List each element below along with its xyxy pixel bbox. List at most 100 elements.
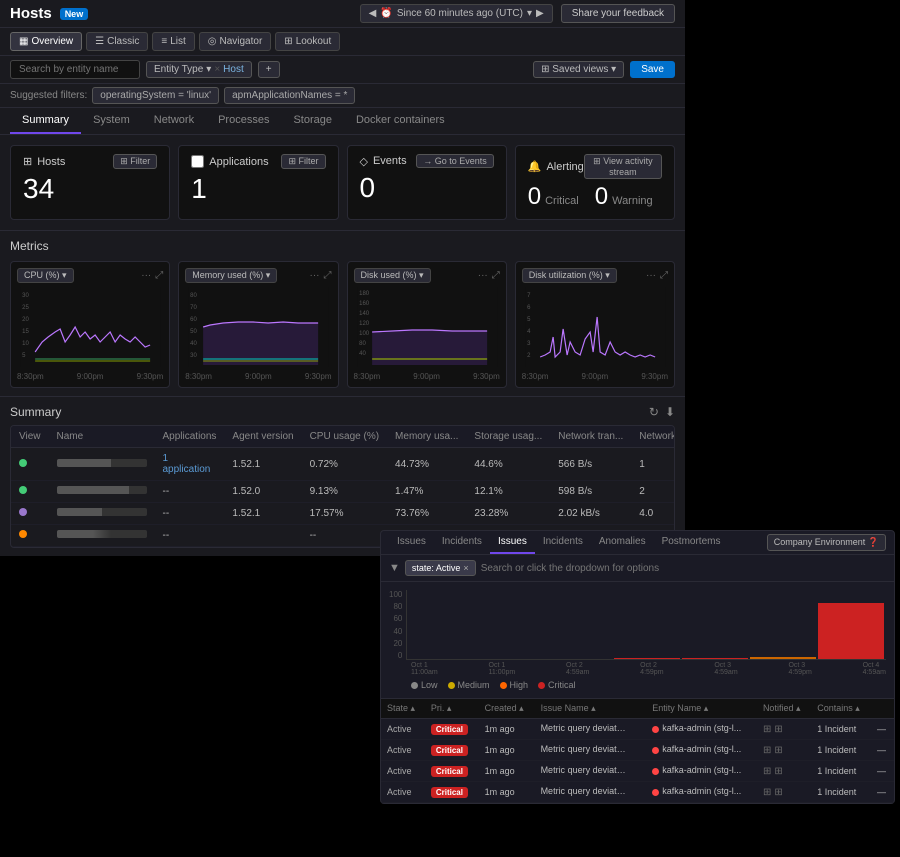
col-row-actions [871, 699, 894, 719]
time-range-selector[interactable]: ◀ ⏰ Since 60 minutes ago (UTC) ▾ ▶ [360, 4, 553, 23]
memory-chart-label[interactable]: Memory used (%) ▾ [185, 268, 277, 283]
issue-created-2: 1m ago [479, 740, 535, 761]
go-to-events-btn[interactable]: → Go to Events [416, 154, 494, 168]
navigator-btn[interactable]: ◎ Navigator [199, 32, 272, 51]
overview-btn[interactable]: ▦ Overview [10, 32, 82, 51]
col-contains[interactable]: Contains ▴ [811, 699, 871, 719]
svg-text:50: 50 [190, 329, 197, 335]
issue-actions-4[interactable]: — [871, 782, 894, 803]
anomalies-tab[interactable]: Anomalies [591, 531, 654, 554]
bar-col-5 [682, 658, 748, 659]
issues-tab-bar: Issues Incidents Issues Incidents Anomal… [381, 531, 894, 555]
suggested-chip-2[interactable]: apmApplicationNames = * [224, 87, 355, 104]
events-icon: ◇ [360, 155, 368, 168]
postmortems-tab[interactable]: Postmortems [654, 531, 729, 554]
issue-actions-2[interactable]: — [871, 740, 894, 761]
issue-entity-2[interactable]: kafka-admin (stg-l... [646, 740, 757, 761]
filter-toggle-icon[interactable]: ▼ [389, 562, 400, 574]
issue-entity-1[interactable]: kafka-admin (stg-l... [646, 719, 757, 740]
entity-type-chip[interactable]: Entity Type ▾ × Host [146, 61, 252, 78]
incidents-tab-1[interactable]: Incidents [434, 531, 490, 554]
col-net: Network [631, 426, 675, 448]
row-cpu-1: 0.72% [302, 448, 387, 481]
issues-search-input[interactable] [481, 563, 886, 574]
incidents-tab-2[interactable]: Incidents [535, 531, 591, 554]
list-btn[interactable]: ≡ List [152, 32, 194, 51]
issue-name-2[interactable]: Metric query deviated from... [535, 740, 647, 761]
issue-actions-1[interactable]: — [871, 719, 894, 740]
add-filter-btn[interactable]: + [258, 61, 280, 78]
col-state[interactable]: State ▴ [381, 699, 425, 719]
feedback-button[interactable]: Share your feedback [561, 4, 675, 23]
issue-name-1[interactable]: Metric query deviated from... [535, 719, 647, 740]
disk-util-times: 8:30pm9:00pm9:30pm [522, 372, 668, 381]
remove-state-chip[interactable]: × [463, 563, 468, 573]
classic-btn[interactable]: ☰ Classic [86, 32, 148, 51]
saved-views-btn[interactable]: ⊞ Saved views ▾ [533, 61, 624, 78]
applications-checkbox[interactable] [191, 155, 204, 168]
memory-expand-icon[interactable]: ⤢ [324, 270, 332, 281]
col-issue-name[interactable]: Issue Name ▴ [535, 699, 647, 719]
issue-row-4: Active Critical 1m ago Metric query devi… [381, 782, 894, 803]
memory-more-icon[interactable]: ··· [310, 270, 320, 281]
row-view-4[interactable] [11, 525, 49, 547]
state-chip[interactable]: state: Active × [405, 560, 476, 576]
tab-docker[interactable]: Docker containers [344, 108, 457, 134]
row-view-2[interactable] [11, 481, 49, 503]
issues-tab-2[interactable]: Issues [490, 531, 535, 554]
issues-filter-bar: ▼ state: Active × [381, 555, 894, 582]
row-view-1[interactable] [11, 448, 49, 481]
env-badge[interactable]: Company Environment ❓ [767, 534, 886, 551]
tab-storage[interactable]: Storage [281, 108, 344, 134]
activity-stream-btn[interactable]: ⊞ View activity stream [584, 154, 662, 179]
issue-name-4[interactable]: Metric query deviated from... [535, 782, 647, 803]
search-input[interactable] [10, 60, 140, 79]
lookout-btn[interactable]: ⊞ Lookout [275, 32, 340, 51]
disk-util-expand-icon[interactable]: ⤢ [660, 270, 668, 281]
summary-table-header: Summary ↻ ⬇ [10, 405, 675, 419]
hosts-card: ⊞ Hosts ⊞ Filter 34 [10, 145, 170, 220]
tab-network[interactable]: Network [142, 108, 206, 134]
critical-dot [538, 682, 545, 689]
row-apps-3: -- [155, 503, 225, 525]
warning-count: 0 [595, 183, 608, 211]
apps-filter-btn[interactable]: ⊞ Filter [281, 154, 325, 169]
col-entity-name[interactable]: Entity Name ▴ [646, 699, 757, 719]
row-cpu-2: 9.13% [302, 481, 387, 503]
issue-entity-4[interactable]: kafka-admin (stg-l... [646, 782, 757, 803]
hosts-filter-btn[interactable]: ⊞ Filter [113, 154, 157, 169]
save-btn[interactable]: Save [630, 61, 675, 78]
refresh-icon[interactable]: ↻ [649, 405, 659, 419]
issue-actions-3[interactable]: — [871, 761, 894, 782]
col-notified[interactable]: Notified ▴ [757, 699, 811, 719]
disk-used-more-icon[interactable]: ··· [478, 270, 488, 281]
row-view-3[interactable] [11, 503, 49, 525]
col-priority[interactable]: Pri. ▴ [425, 699, 479, 719]
issues-tab-1[interactable]: Issues [389, 531, 434, 554]
tab-processes[interactable]: Processes [206, 108, 281, 134]
cpu-chart-label[interactable]: CPU (%) ▾ [17, 268, 74, 283]
issue-entity-3[interactable]: kafka-admin (stg-l... [646, 761, 757, 782]
row-apps-1[interactable]: 1 application [155, 448, 225, 481]
disk-util-label[interactable]: Disk utilization (%) ▾ [522, 268, 617, 283]
download-icon[interactable]: ⬇ [665, 405, 675, 419]
col-created[interactable]: Created ▴ [479, 699, 535, 719]
applications-card: Applications ⊞ Filter 1 [178, 145, 338, 220]
disk-used-label[interactable]: Disk used (%) ▾ [354, 268, 431, 283]
col-agent: Agent version [224, 426, 301, 448]
main-tab-bar: Summary System Network Processes Storage… [0, 108, 685, 135]
row-name-3 [49, 503, 155, 525]
suggested-chip-1[interactable]: operatingSystem = 'linux' [92, 87, 219, 104]
tab-summary[interactable]: Summary [10, 108, 81, 134]
issue-row-1: Active Critical 1m ago Metric query devi… [381, 719, 894, 740]
disk-used-expand-icon[interactable]: ⤢ [492, 270, 500, 281]
issue-created-4: 1m ago [479, 782, 535, 803]
row-nettran-3: 2.02 kB/s [550, 503, 631, 525]
svg-text:160: 160 [359, 301, 370, 307]
cpu-more-icon[interactable]: ··· [141, 270, 151, 281]
cpu-expand-icon[interactable]: ⤢ [155, 270, 163, 281]
tab-system[interactable]: System [81, 108, 142, 134]
issue-name-3[interactable]: Metric query deviated from... [535, 761, 647, 782]
lookout-icon: ⊞ [284, 36, 292, 47]
disk-util-more-icon[interactable]: ··· [646, 270, 656, 281]
